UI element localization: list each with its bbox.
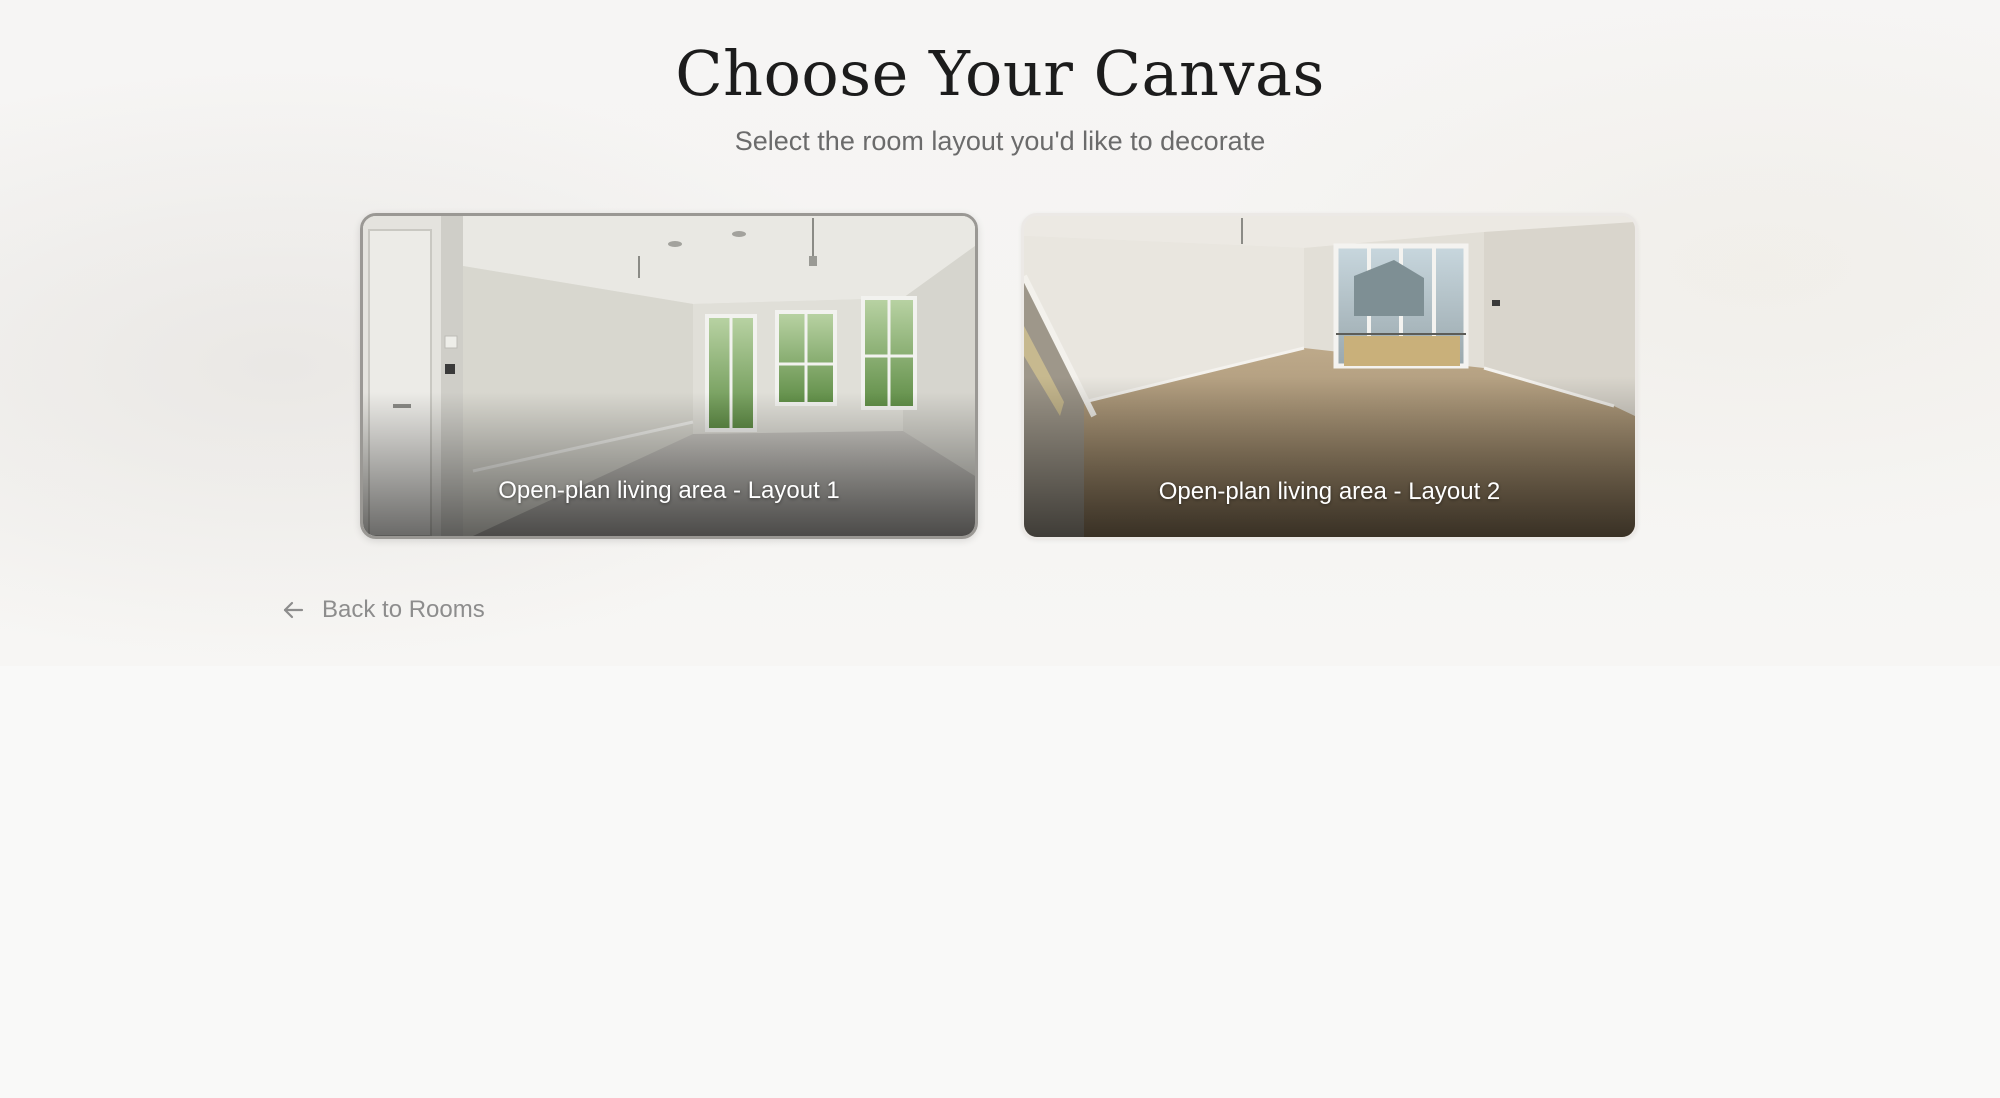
page-title: Choose Your Canvas — [675, 37, 1325, 110]
layout-card-2[interactable]: Open-plan living area - Layout 2 — [1021, 213, 1638, 540]
back-to-rooms-link[interactable]: Back to Rooms — [282, 594, 485, 626]
page-subtitle: Select the room layout you'd like to dec… — [734, 126, 1266, 156]
arrow-left-icon — [283, 601, 304, 619]
back-to-rooms-label: Back to Rooms — [322, 596, 485, 623]
layout-2-label: Open-plan living area - Layout 2 — [1158, 478, 1501, 505]
layout-1-label: Open-plan living area - Layout 1 — [498, 477, 840, 504]
layout-card-1[interactable]: Open-plan living area - Layout 1 — [360, 213, 978, 539]
